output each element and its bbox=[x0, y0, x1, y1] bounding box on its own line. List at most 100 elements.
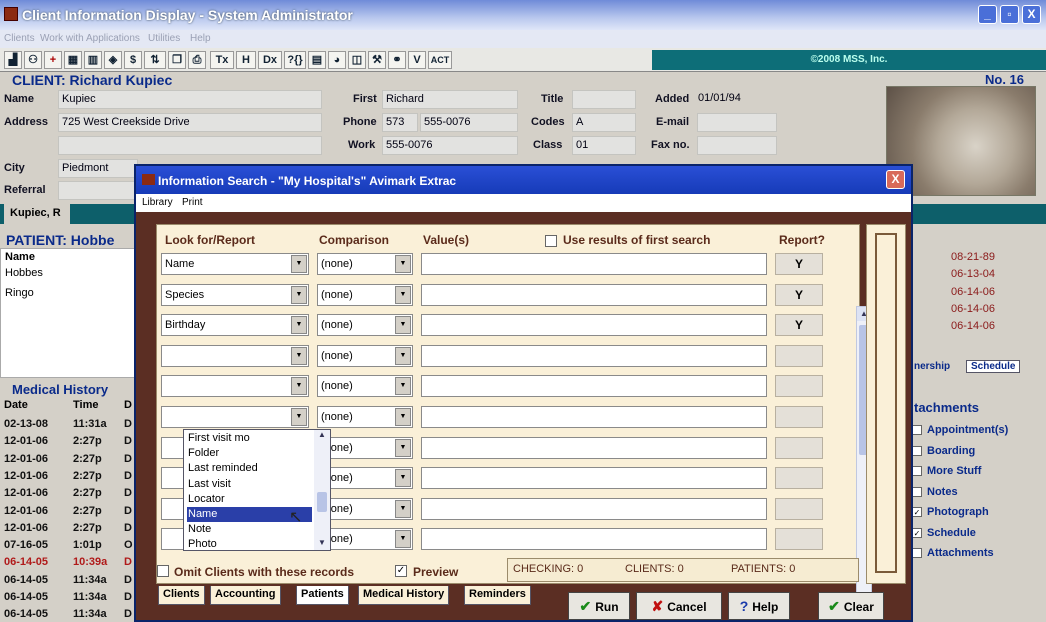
client-name-field[interactable]: Kupiec bbox=[58, 90, 322, 109]
building-icon[interactable]: ▥ bbox=[84, 51, 102, 69]
dialog-close-button[interactable]: X bbox=[886, 170, 905, 189]
report-toggle[interactable] bbox=[775, 436, 823, 459]
add-icon[interactable]: + bbox=[44, 51, 62, 69]
tab-reminders[interactable]: Reminders bbox=[464, 586, 531, 605]
attachment-item[interactable]: Boarding bbox=[927, 445, 975, 457]
chevron-down-icon[interactable]: ▼ bbox=[395, 530, 411, 549]
chevron-down-icon[interactable]: ▼ bbox=[395, 469, 411, 488]
city-field[interactable]: Piedmont bbox=[58, 159, 138, 178]
mh-time-cell[interactable]: 2:27p bbox=[73, 505, 102, 517]
comparison-select[interactable]: (none) ▼ bbox=[317, 375, 413, 398]
first-name-field[interactable]: Richard bbox=[382, 90, 518, 109]
value-input[interactable] bbox=[421, 253, 767, 275]
title-field[interactable] bbox=[572, 90, 636, 109]
minimize-button[interactable]: _ bbox=[978, 5, 997, 24]
dx-button[interactable]: Dx bbox=[258, 51, 282, 69]
document-icon[interactable]: ▤ bbox=[308, 51, 326, 69]
tab-schedule[interactable]: Schedule bbox=[966, 360, 1021, 373]
attachment-item[interactable]: Schedule bbox=[927, 527, 976, 539]
value-input[interactable] bbox=[421, 314, 767, 337]
run-button[interactable]: ✔ Run bbox=[568, 592, 630, 620]
chevron-down-icon[interactable]: ▼ bbox=[291, 408, 307, 426]
report-toggle[interactable]: Y bbox=[775, 314, 823, 337]
chevron-down-icon[interactable]: ▼ bbox=[395, 377, 411, 396]
mh-d-cell[interactable]: D bbox=[124, 574, 132, 586]
dollar-icon[interactable]: $ bbox=[124, 51, 142, 69]
dropdown-option[interactable]: First visit mo bbox=[187, 431, 312, 446]
omit-clients-checkbox[interactable] bbox=[157, 565, 169, 577]
tab-accounting[interactable]: Accounting bbox=[210, 586, 281, 605]
dropdown-option[interactable]: Last visit bbox=[187, 477, 312, 492]
files-icon[interactable]: ◫ bbox=[348, 51, 366, 69]
mh-time-cell[interactable]: 2:27p bbox=[73, 453, 102, 465]
email-field[interactable] bbox=[697, 113, 777, 132]
chevron-down-icon[interactable]: ▼ bbox=[291, 255, 307, 273]
attachment-item[interactable]: More Stuff bbox=[927, 465, 981, 477]
attachment-item[interactable]: Appointment(s) bbox=[927, 424, 1008, 436]
mh-d-cell[interactable]: O bbox=[124, 539, 133, 551]
maximize-button[interactable]: ▫ bbox=[1000, 5, 1019, 24]
mh-d-cell[interactable]: D bbox=[124, 608, 132, 620]
phone-area-field[interactable]: 573 bbox=[382, 113, 418, 132]
attachment-item[interactable]: Notes bbox=[927, 486, 958, 498]
close-button[interactable]: X bbox=[1022, 5, 1041, 24]
mh-time-cell[interactable]: 11:31a bbox=[73, 418, 107, 430]
attachment-checkbox[interactable]: ✓ bbox=[912, 527, 922, 538]
tx-button[interactable]: Tx bbox=[210, 51, 234, 69]
dropdown-option[interactable]: Folder bbox=[187, 446, 312, 461]
mh-date-cell[interactable]: 12-01-06 bbox=[4, 453, 48, 465]
chevron-down-icon[interactable]: ▼ bbox=[395, 438, 411, 457]
mh-time-cell[interactable]: 2:27p bbox=[73, 487, 102, 499]
mh-d-cell[interactable]: D bbox=[124, 453, 132, 465]
attachment-checkbox[interactable] bbox=[912, 466, 922, 476]
chevron-down-icon[interactable]: ▼ bbox=[395, 255, 411, 273]
mh-date-cell[interactable]: 02-13-08 bbox=[4, 418, 48, 430]
menu-print[interactable]: Print bbox=[182, 197, 203, 208]
cancel-button[interactable]: ✘ Cancel bbox=[636, 592, 722, 620]
act-button[interactable]: ACT bbox=[428, 51, 452, 69]
copy-icon[interactable]: ❐ bbox=[168, 51, 186, 69]
mh-time-cell[interactable]: 2:27p bbox=[73, 435, 102, 447]
mh-d-cell[interactable]: D bbox=[124, 505, 132, 517]
value-input[interactable] bbox=[421, 467, 767, 490]
menu-applications[interactable]: Applications bbox=[86, 33, 140, 44]
mh-d-cell[interactable]: D bbox=[124, 556, 132, 568]
work-phone-field[interactable]: 555-0076 bbox=[382, 136, 518, 155]
scroll-up-icon[interactable]: ▲ bbox=[314, 430, 330, 442]
mh-time-cell[interactable]: 1:01p bbox=[73, 539, 102, 551]
mh-d-cell[interactable]: D bbox=[124, 591, 132, 603]
tools-icon[interactable]: ⚒ bbox=[368, 51, 386, 69]
mh-date-cell[interactable]: 07-16-05 bbox=[4, 539, 48, 551]
fax-field[interactable] bbox=[697, 136, 777, 155]
comparison-select[interactable]: (none) ▼ bbox=[317, 344, 413, 367]
mh-time-cell[interactable]: 2:27p bbox=[73, 522, 102, 534]
chevron-down-icon[interactable]: ▼ bbox=[395, 499, 411, 518]
comparison-select[interactable]: (none) ▼ bbox=[317, 528, 413, 551]
report-toggle[interactable] bbox=[775, 406, 823, 428]
calendar-icon[interactable]: ▦ bbox=[64, 51, 82, 69]
mh-date-cell[interactable]: 06-14-05 bbox=[4, 608, 48, 620]
referral-field[interactable] bbox=[58, 181, 138, 200]
attachment-checkbox[interactable] bbox=[912, 486, 922, 497]
v-icon[interactable]: V bbox=[408, 51, 426, 69]
dropdown-scrollbar[interactable]: ▲ ▼ bbox=[314, 430, 330, 550]
patient-row[interactable]: Hobbes bbox=[5, 267, 43, 279]
scroll-down-icon[interactable]: ▼ bbox=[314, 538, 330, 550]
mh-date-cell[interactable]: 06-14-05 bbox=[4, 574, 48, 586]
attachment-checkbox[interactable] bbox=[912, 548, 922, 558]
comparison-select[interactable]: (none) ▼ bbox=[317, 406, 413, 428]
report-toggle[interactable] bbox=[775, 344, 823, 367]
mh-d-cell[interactable]: D bbox=[124, 435, 132, 447]
attachment-checkbox[interactable] bbox=[912, 425, 922, 435]
look-for-select[interactable]: Birthday ▼ bbox=[161, 314, 309, 337]
chevron-down-icon[interactable]: ▼ bbox=[291, 285, 307, 304]
mh-time-cell[interactable]: 11:34a bbox=[73, 608, 107, 620]
chevron-down-icon[interactable]: ▼ bbox=[395, 316, 411, 335]
comparison-select[interactable]: (none) ▼ bbox=[317, 314, 413, 337]
report-toggle[interactable] bbox=[775, 497, 823, 520]
codes-field[interactable]: A bbox=[572, 113, 636, 132]
query-button[interactable]: ?{} bbox=[284, 51, 306, 69]
transfer-dollar-icon[interactable]: ⇅ bbox=[144, 51, 166, 69]
dropdown-option[interactable]: Photo bbox=[187, 537, 312, 552]
mh-time-cell[interactable]: 2:27p bbox=[73, 470, 102, 482]
